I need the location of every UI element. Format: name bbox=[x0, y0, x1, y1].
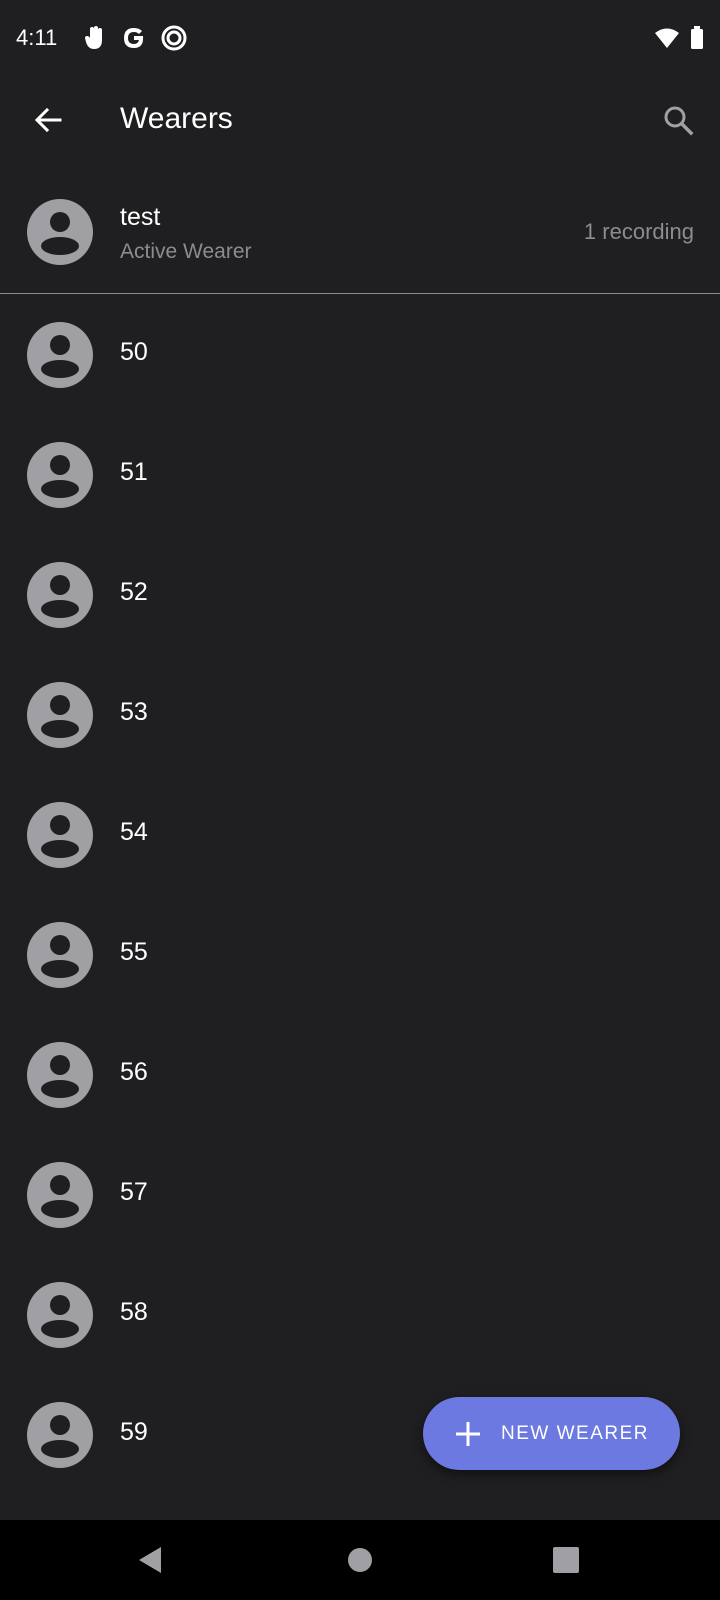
wearer-name: 57 bbox=[120, 1178, 148, 1206]
nav-home-icon bbox=[348, 1548, 372, 1572]
page-title: Wearers bbox=[120, 102, 233, 135]
wearer-list-item[interactable]: 56 bbox=[0, 1014, 720, 1134]
avatar-icon bbox=[27, 802, 93, 868]
wearer-list-item[interactable]: 51 bbox=[0, 414, 720, 534]
avatar-icon bbox=[27, 922, 93, 988]
wearer-list-item[interactable]: 55 bbox=[0, 894, 720, 1014]
status-bar: 4:11 bbox=[0, 0, 720, 76]
nav-back-icon bbox=[139, 1547, 161, 1573]
active-wearer-row[interactable]: test Active Wearer 1 recording bbox=[0, 184, 720, 294]
battery-icon bbox=[690, 26, 704, 50]
wearer-name: 51 bbox=[120, 458, 148, 486]
nav-recents-icon bbox=[553, 1547, 579, 1573]
wearer-name: 55 bbox=[120, 938, 148, 966]
avatar-icon bbox=[27, 442, 93, 508]
new-wearer-label: NEW WEARER bbox=[501, 1422, 649, 1444]
active-wearer-label: Active Wearer bbox=[120, 240, 252, 263]
new-wearer-button[interactable]: NEW WEARER bbox=[423, 1397, 680, 1470]
nav-home-button[interactable] bbox=[340, 1540, 380, 1580]
avatar-icon bbox=[27, 199, 93, 265]
app-bar: Wearers bbox=[0, 76, 720, 168]
google-icon bbox=[121, 25, 147, 51]
search-icon bbox=[664, 106, 694, 136]
active-wearer-name: test bbox=[120, 203, 161, 231]
avatar-icon bbox=[27, 322, 93, 388]
nav-back-button[interactable] bbox=[130, 1540, 170, 1580]
status-time: 4:11 bbox=[16, 25, 58, 50]
arrow-back-icon bbox=[34, 107, 62, 133]
wearer-list-item[interactable]: 57 bbox=[0, 1134, 720, 1254]
avatar-icon bbox=[27, 1162, 93, 1228]
status-icons-right bbox=[654, 26, 704, 50]
avatar-icon bbox=[27, 1402, 93, 1468]
wearer-list: 50 51 52 53 54 55 56 57 58 59 bbox=[0, 294, 720, 1494]
avatar-icon bbox=[27, 1042, 93, 1108]
search-button[interactable] bbox=[656, 98, 700, 142]
wearer-name: 53 bbox=[120, 698, 148, 726]
hand-icon bbox=[83, 25, 107, 51]
wearer-list-item[interactable]: 58 bbox=[0, 1254, 720, 1374]
wearer-name: 59 bbox=[120, 1418, 148, 1446]
back-button[interactable] bbox=[26, 98, 70, 142]
plus-icon bbox=[456, 1421, 480, 1446]
wearer-name: 50 bbox=[120, 338, 148, 366]
wearer-name: 52 bbox=[120, 578, 148, 606]
wifi-icon bbox=[654, 27, 680, 49]
circle-app-icon bbox=[161, 25, 187, 51]
wearer-name: 54 bbox=[120, 818, 148, 846]
wearer-name: 58 bbox=[120, 1298, 148, 1326]
status-icons-left bbox=[83, 25, 187, 51]
avatar-icon bbox=[27, 1282, 93, 1348]
avatar-icon bbox=[27, 682, 93, 748]
wearer-list-item[interactable]: 53 bbox=[0, 654, 720, 774]
avatar-icon bbox=[27, 562, 93, 628]
wearer-list-item[interactable]: 50 bbox=[0, 294, 720, 414]
recording-count: 1 recording bbox=[583, 219, 694, 244]
wearer-list-item[interactable]: 54 bbox=[0, 774, 720, 894]
wearer-name: 56 bbox=[120, 1058, 148, 1086]
navigation-bar bbox=[0, 1520, 720, 1600]
wearer-list-item[interactable]: 52 bbox=[0, 534, 720, 654]
nav-recents-button[interactable] bbox=[546, 1540, 586, 1580]
